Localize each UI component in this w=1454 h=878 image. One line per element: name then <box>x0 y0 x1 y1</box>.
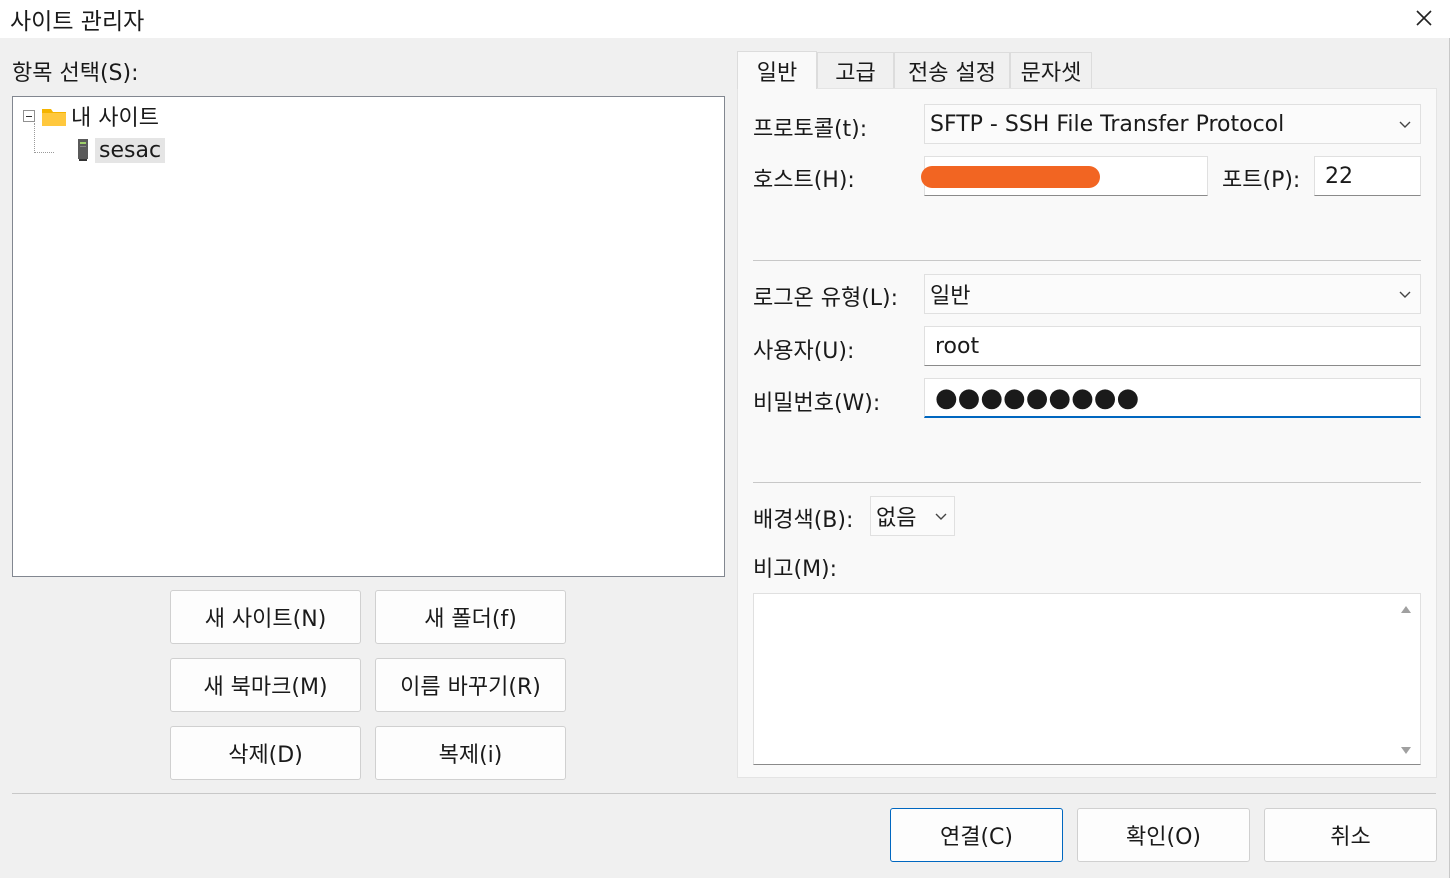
protocol-value: SFTP - SSH File Transfer Protocol <box>930 111 1285 137</box>
chevron-down-icon <box>935 513 947 520</box>
ok-button[interactable]: 확인(O) <box>1077 808 1250 862</box>
tree-connector <box>34 123 35 153</box>
tab-general[interactable]: 일반 <box>737 51 817 89</box>
password-label: 비밀번호(W): <box>753 391 881 416</box>
host-label: 호스트(H): <box>753 168 855 193</box>
site-tree[interactable]: 내 사이트 sesac <box>12 96 725 577</box>
protocol-select[interactable]: SFTP - SSH File Transfer Protocol <box>924 104 1421 144</box>
scroll-down-icon[interactable] <box>1399 746 1413 756</box>
tree-item-label: sesac <box>95 137 166 163</box>
collapse-icon[interactable] <box>23 110 35 122</box>
tab-transfer-settings[interactable]: 전송 설정 <box>894 52 1010 89</box>
logon-type-label: 로그온 유형(L): <box>753 286 899 311</box>
chevron-down-icon <box>1399 121 1411 128</box>
port-value: 22 <box>1325 163 1353 189</box>
port-label: 포트(P): <box>1222 168 1301 193</box>
scroll-up-icon[interactable] <box>1399 604 1413 614</box>
user-label: 사용자(U): <box>753 339 855 364</box>
separator <box>753 260 1421 261</box>
site-manager-window: 사이트 관리자 항목 선택(S): 내 사이트 sesac 새 사이트(N) 새… <box>0 0 1450 878</box>
password-value: ●●●●●●●●● <box>935 382 1140 413</box>
tree-item-label: 내 사이트 <box>71 106 159 131</box>
logon-type-select[interactable]: 일반 <box>924 274 1421 314</box>
server-icon <box>78 139 88 161</box>
bg-color-value: 없음 <box>876 506 917 531</box>
user-value: root <box>935 333 980 359</box>
cancel-button[interactable]: 취소 <box>1264 808 1437 862</box>
protocol-label: 프로토콜(t): <box>753 117 868 142</box>
new-bookmark-button[interactable]: 새 북마크(M) <box>170 658 361 712</box>
select-entry-label: 항목 선택(S): <box>12 61 139 86</box>
tab-charset[interactable]: 문자셋 <box>1010 52 1092 89</box>
rename-button[interactable]: 이름 바꾸기(R) <box>375 658 566 712</box>
duplicate-button[interactable]: 복제(i) <box>375 726 566 780</box>
footer-separator <box>12 793 1436 794</box>
comment-label: 비고(M): <box>753 557 838 582</box>
window-title: 사이트 관리자 <box>10 9 145 35</box>
close-icon <box>1416 10 1432 26</box>
bg-color-select[interactable]: 없음 <box>870 496 955 536</box>
port-input[interactable]: 22 <box>1314 156 1421 196</box>
new-folder-button[interactable]: 새 폴더(f) <box>375 590 566 644</box>
tree-item-sesac[interactable]: sesac <box>75 135 166 165</box>
bg-color-label: 배경색(B): <box>753 508 854 533</box>
logon-type-value: 일반 <box>930 284 971 309</box>
tab-advanced[interactable]: 고급 <box>817 52 894 89</box>
user-input[interactable]: root <box>924 326 1421 366</box>
new-site-button[interactable]: 새 사이트(N) <box>170 590 361 644</box>
connect-button[interactable]: 연결(C) <box>890 808 1063 862</box>
separator <box>753 482 1421 483</box>
redaction-mark <box>921 166 1100 188</box>
tree-item-my-sites[interactable]: 내 사이트 <box>23 101 159 131</box>
delete-button[interactable]: 삭제(D) <box>170 726 361 780</box>
password-input[interactable]: ●●●●●●●●● <box>924 378 1421 418</box>
folder-icon <box>42 109 66 126</box>
tree-connector <box>34 152 54 153</box>
chevron-down-icon <box>1399 291 1411 298</box>
title-bar: 사이트 관리자 <box>0 0 1450 38</box>
comment-textarea[interactable] <box>753 593 1421 765</box>
close-button[interactable] <box>1398 0 1450 36</box>
